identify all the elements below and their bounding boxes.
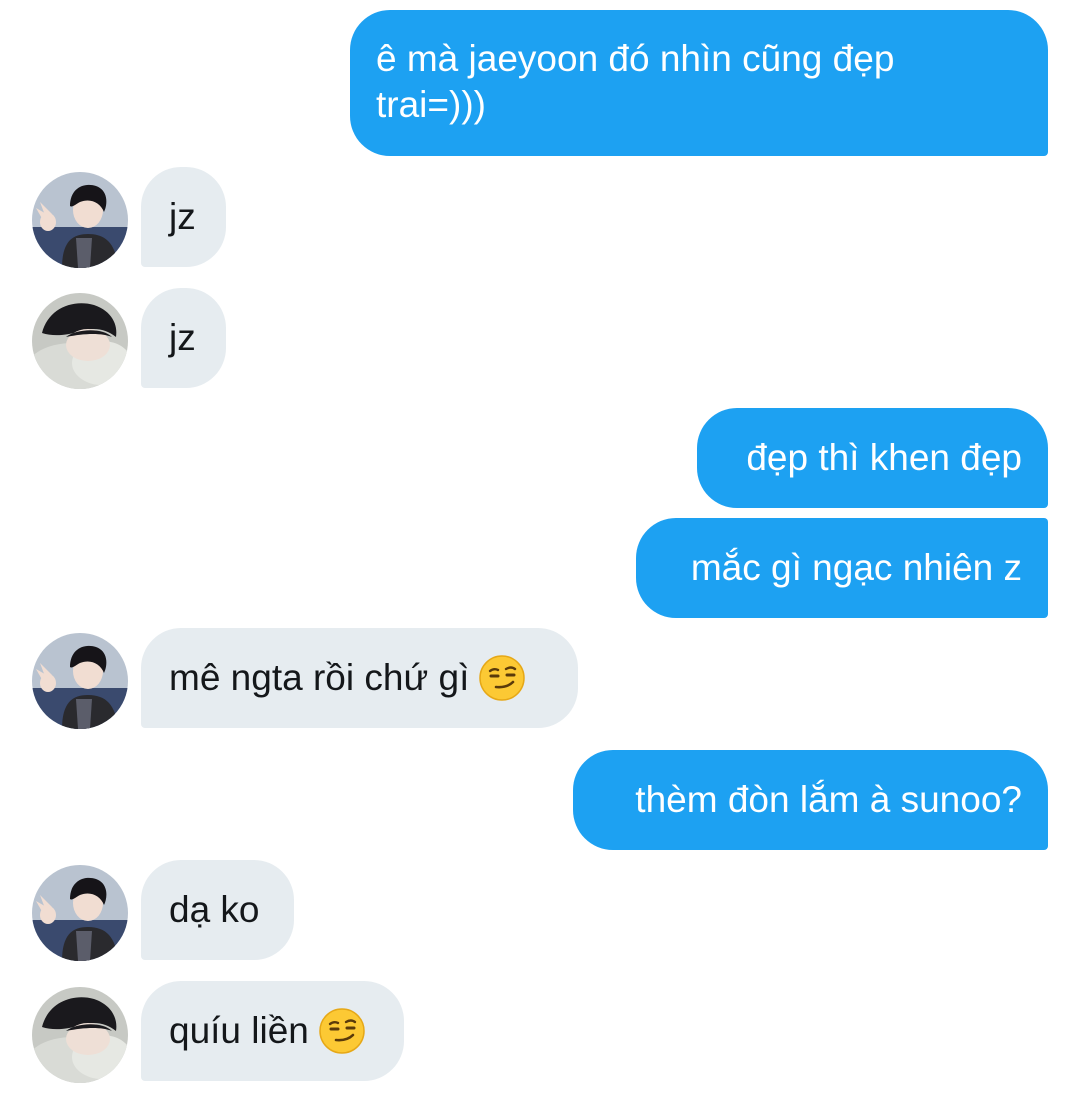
chat-thread: ê mà jaeyoon đó nhìn cũng đẹp trai=))) j… — [0, 0, 1080, 1096]
outgoing-message[interactable]: ê mà jaeyoon đó nhìn cũng đẹp trai=))) — [350, 10, 1048, 156]
sender-avatar[interactable] — [32, 987, 128, 1083]
sender-avatar[interactable] — [32, 293, 128, 389]
smirking-face-emoji-icon — [319, 1008, 365, 1054]
message-text: thèm đòn lắm à sunoo? — [635, 779, 1022, 820]
sender-avatar[interactable] — [32, 633, 128, 729]
incoming-message[interactable]: mê ngta rồi chứ gì — [141, 628, 578, 728]
smirking-face-emoji-icon — [479, 655, 525, 701]
avatar-photo — [32, 293, 128, 389]
incoming-message[interactable]: dạ ko — [141, 860, 294, 960]
message-text: jz — [169, 317, 196, 358]
sender-avatar[interactable] — [32, 865, 128, 961]
sender-avatar[interactable] — [32, 172, 128, 268]
outgoing-message[interactable]: đẹp thì khen đẹp — [697, 408, 1048, 508]
incoming-message[interactable]: quíu liền — [141, 981, 404, 1081]
message-text: quíu liền — [169, 1010, 309, 1051]
avatar-photo — [32, 172, 128, 268]
message-text: jz — [169, 196, 196, 237]
avatar-photo — [32, 633, 128, 729]
message-text: mê ngta rồi chứ gì — [169, 657, 470, 698]
message-text: ê mà jaeyoon đó nhìn cũng đẹp trai=))) — [376, 38, 895, 125]
avatar-photo — [32, 987, 128, 1083]
avatar-photo — [32, 865, 128, 961]
outgoing-message[interactable]: thèm đòn lắm à sunoo? — [573, 750, 1048, 850]
incoming-message[interactable]: jz — [141, 167, 226, 267]
message-text: mắc gì ngạc nhiên z — [690, 547, 1022, 588]
message-text: dạ ko — [169, 889, 260, 930]
outgoing-message[interactable]: mắc gì ngạc nhiên z — [636, 518, 1048, 618]
message-text: đẹp thì khen đẹp — [746, 437, 1022, 478]
incoming-message[interactable]: jz — [141, 288, 226, 388]
